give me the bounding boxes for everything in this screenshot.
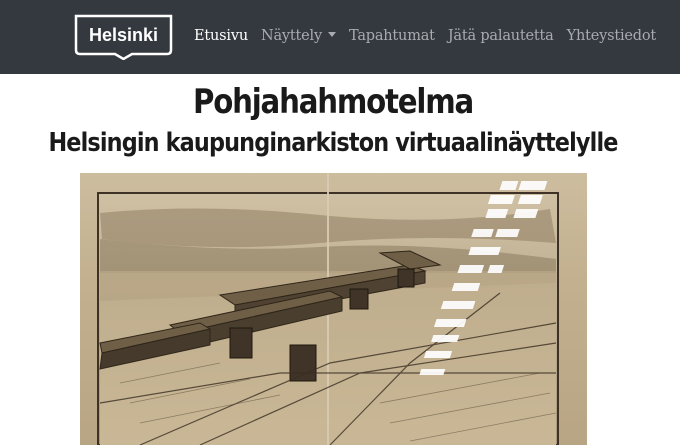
- nav-etusivu[interactable]: Etusivu: [194, 28, 248, 44]
- helsinki-logo[interactable]: Helsinki: [74, 14, 173, 60]
- nav-jata-palautetta[interactable]: Jätä palautetta: [448, 28, 554, 44]
- architectural-sketch-image: [80, 173, 587, 445]
- nav-yhteystiedot[interactable]: Yhteystiedot: [567, 28, 657, 44]
- nav-tapahtumat[interactable]: Tapahtumat: [349, 28, 435, 44]
- nav-nayttely[interactable]: Näyttely: [261, 28, 336, 44]
- logo-text: Helsinki: [89, 25, 158, 45]
- page-subtitle: Helsingin kaupunginarkiston virtuaalinäy…: [48, 128, 618, 158]
- nav-menu: Etusivu Näyttely Tapahtumat Jätä palaute…: [194, 28, 669, 44]
- nav-nayttely-label: Näyttely: [260, 28, 322, 44]
- chevron-down-icon: [327, 32, 336, 37]
- page-title: Pohjahahmotelma: [193, 82, 474, 122]
- top-navbar: Helsinki Etusivu Näyttely Tapahtumat Jät…: [0, 0, 680, 74]
